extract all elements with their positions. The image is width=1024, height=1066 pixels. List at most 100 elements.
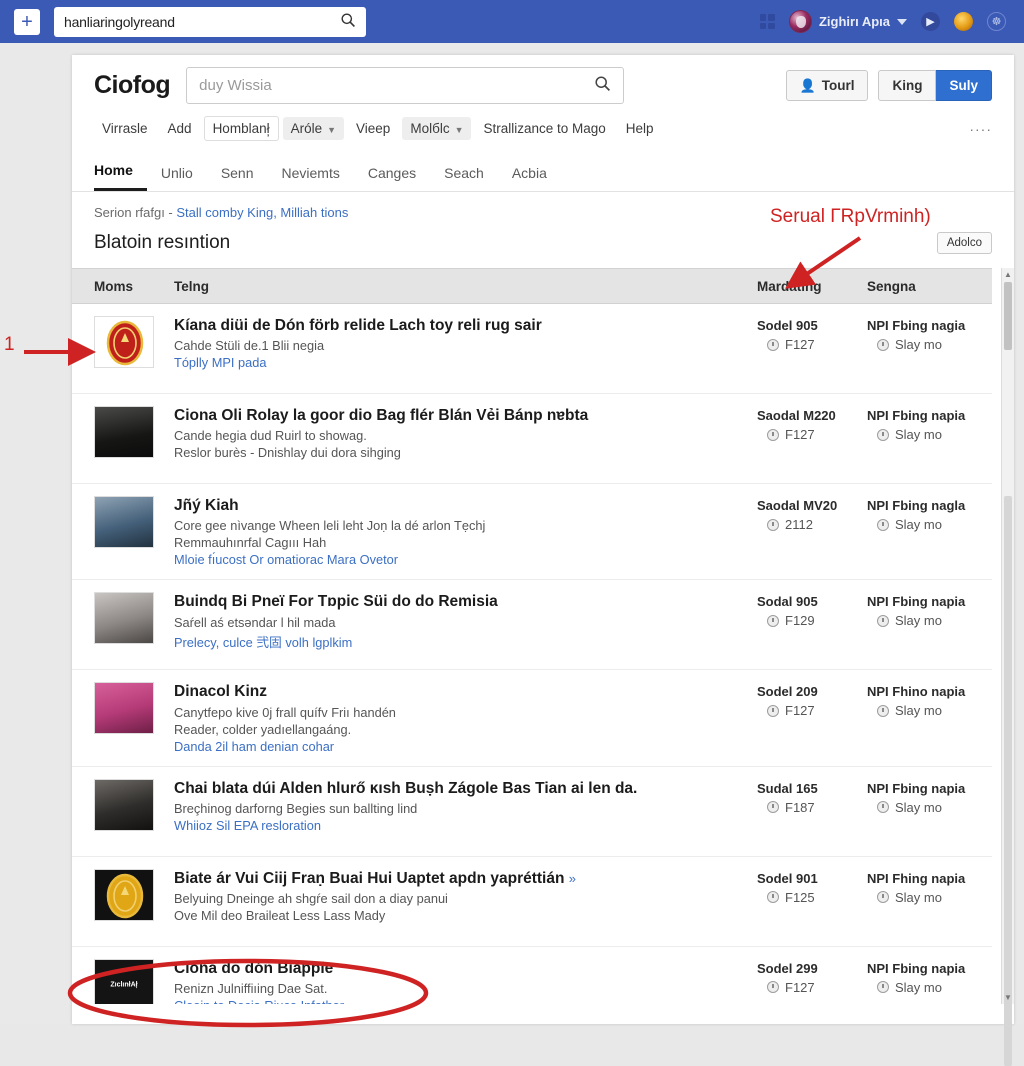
row-title-text: Jñý Kiah [174,497,239,514]
user-menu[interactable]: Zighirı Apıa [788,10,907,33]
new-tab-button[interactable]: + [14,8,40,35]
breadcrumb-link-2[interactable]: Milliah tions [277,205,348,220]
king-button[interactable]: King [878,70,937,101]
row-thumbnail[interactable] [94,496,154,548]
row-title[interactable]: Dinacol Kinz [174,682,757,701]
row-sengna-value: NPI Fbing nagla [867,498,966,513]
clock-icon [877,981,889,994]
toolbar-item-label: Aróle [290,121,323,136]
omnibox-value[interactable]: hanliaringolyreand [64,14,340,30]
row-title-tail[interactable]: » [569,871,576,886]
toolbar-item-3[interactable]: Aróle ▼ [282,117,345,140]
search-icon[interactable] [340,12,356,32]
row-thumbnail[interactable] [94,592,154,645]
scroll-up-arrow[interactable]: ▲ [1002,268,1014,281]
row-link[interactable]: Mloie fı́ucost Or omatiorac Mara Ovetor [174,552,757,567]
toolbar-item-2[interactable]: Homblanł̦ [203,116,279,141]
user-name: Zighirı Apıa [818,14,890,29]
clock-icon [877,704,889,717]
row-thumbnail[interactable] [94,778,154,831]
chevron-down-icon[interactable]: ▼ [327,125,336,135]
row-title[interactable]: Ciona Oli Rolay la goor dio Bag flér Bl… [174,406,757,425]
row-title[interactable]: Biate ár Vui Ciij Fraṇ Buai Hui Uaptet a… [174,869,757,888]
row-thumbnail[interactable] [94,316,154,368]
toolbar-item-1[interactable]: Add [160,117,200,140]
avatar [788,10,812,33]
badge-icon[interactable] [954,12,973,31]
row-title[interactable]: Jñý Kiah [174,496,757,515]
play-icon[interactable]: ▶ [921,12,940,31]
annotation-arrow-top [785,236,862,289]
scroll-down-arrow[interactable]: ▼ [1002,991,1014,1004]
table-row[interactable]: Buindq Bi Pneï For Tɒpic Süi do do Remis… [72,580,992,671]
column-header-sengna: Sengna [867,278,916,294]
column-header-main: Telng [174,278,209,294]
table-row[interactable]: Dinacol Kinz Canytfepo kive 0j frall quíf… [72,670,992,767]
row-mardating-cell: Saodal M220 F127 [757,406,867,442]
tab-home[interactable]: Home [94,162,147,191]
table-row[interactable]: Kíana diüi de Dón förb relide Lach toy r… [72,304,992,394]
row-mardating-sub-value: F187 [785,799,815,815]
scrollbar-thumb[interactable] [1004,282,1012,350]
tab-acbia[interactable]: Acbia [498,165,561,191]
chevron-down-icon[interactable] [897,18,907,25]
row-sengna-cell: NPI Fbing napia Slay mo [867,592,992,628]
search-placeholder[interactable]: duy Wissia [199,77,594,94]
toolbar-item-4[interactable]: Vieep [348,117,398,140]
row-title[interactable]: Chai blata dúi Alden hlurő ĸısh Buṣh Zág… [174,779,757,798]
breadcrumb-link-1[interactable]: Stall comby King, [176,205,276,220]
row-thumbnail[interactable] [94,406,154,458]
tab-canges[interactable]: Canges [354,165,430,191]
omnibox[interactable]: hanliaringolyreand [54,6,366,37]
table-row[interactable]: Jñý Kiah Core gee nìvange Wheen leli leht… [72,484,992,581]
globe-icon[interactable]: ☸ [987,12,1006,31]
row-link[interactable]: Prelecy, culce 弐固 volh lgplkim [174,632,757,651]
row-mardating-cell: Sodel 901 F125 [757,869,867,905]
row-mardating-sub-value: F125 [785,889,815,905]
tab-neviemts[interactable]: Neviemts [268,165,354,191]
toolbar-item-6[interactable]: Strallizance to Mago [475,117,613,140]
toolbar-item-label: Homblanł̦ [212,121,270,136]
toolbar-item-0[interactable]: Virrasle [94,117,156,140]
tab-seach[interactable]: Seach [430,165,498,191]
row-link[interactable]: Dandа 2il ham denian cohar [174,739,757,754]
row-subtitle: Canytfepo kive 0j frall quífv Friı handé… [174,704,396,720]
toolbar-item-5[interactable]: Molбlc ▼ [402,117,472,140]
row-title[interactable]: Buindq Bi Pneï For Tɒpic Süi do do Remis… [174,592,757,611]
table-row[interactable]: Ciona Oli Rolay la goor dio Bag flér Bl… [72,394,992,484]
search-icon[interactable] [594,75,611,97]
row-link[interactable]: Whiioz Sil EPA resloration [174,818,757,833]
row-sengna-value: NPI Fbing napia [867,780,966,796]
row-mardating-sub: 2112 [757,517,867,532]
row-mardating-value: Sodel 901 [757,870,818,886]
suly-button[interactable]: Suly [936,70,992,101]
search-input[interactable]: duy Wissia [186,67,625,104]
vertical-scrollbar[interactable]: ▲ ▼ [1001,268,1014,1066]
table-body[interactable]: Kíana diüi de Dón förb relide Lach toy r… [72,304,992,1004]
tab-senn[interactable]: Senn [207,165,268,191]
table-row[interactable]: Biate ár Vui Ciij Fraṇ Buai Hui Uaptet a… [72,856,992,947]
tour-button[interactable]: 👤 Tourl [785,70,869,101]
row-thumbnail[interactable] [94,868,154,921]
grid-icon[interactable] [759,14,775,29]
row-title[interactable]: Kíana diüi de Dón förb relide Lach toy r… [174,316,757,335]
row-thumbnail[interactable] [94,682,154,735]
row-mardating-value: Sodal 905 [757,594,818,610]
row-sengna-sub-value: Slay mo [895,979,942,995]
app-card: Ciofog duy Wissia 👤 Tourl King Suly Virr… [72,55,1014,1066]
toolbar-item-label: Molбlc [410,121,450,136]
brand-logo[interactable]: Ciofog [94,71,171,100]
row-subtitle: Cande hegia dud Ruirl to showag. [174,428,367,444]
table-row[interactable]: Chai blata dúi Alden hlurő ĸısh Buṣh Zág… [72,766,992,857]
toolbar-item-7[interactable]: Help [618,117,662,140]
row-mardating-sub: F127 [757,703,867,718]
clock-icon [767,518,779,531]
scrollbar-track-region[interactable] [1004,496,1012,1066]
row-link[interactable]: Tóplly MPI pada [174,355,757,370]
emblem-icon [106,873,144,918]
tab-unlio[interactable]: Unlio [147,165,207,191]
chevron-down-icon[interactable]: ▼ [455,125,464,135]
clock-icon [767,801,779,814]
adolco-button[interactable]: Adolco [936,232,992,254]
toolbar-overflow-button[interactable]: ···· [969,121,992,137]
